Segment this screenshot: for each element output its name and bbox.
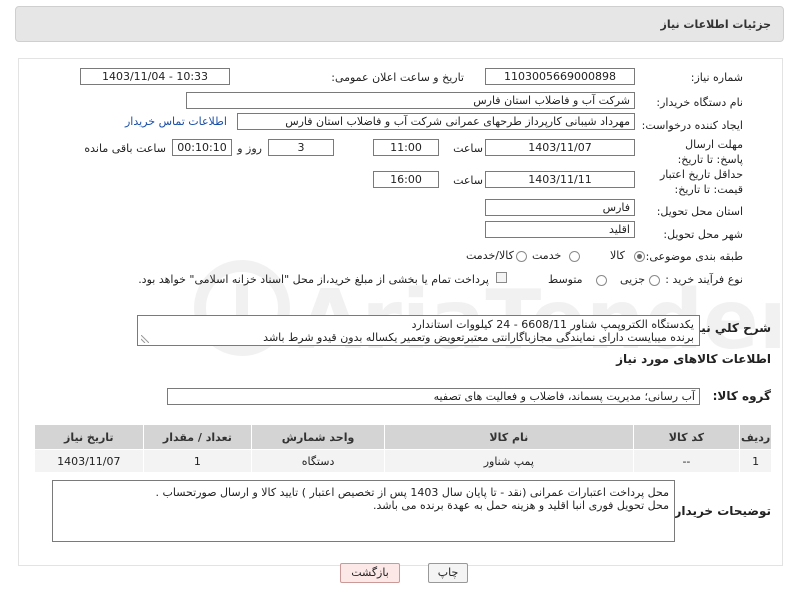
print-button[interactable]: چاپ	[428, 563, 468, 583]
page-title: جزئیات اطلاعات نیاز	[660, 18, 772, 31]
category-option-goods-label: کالا	[610, 249, 625, 262]
requester-label: ایجاد کننده درخواست:	[641, 119, 743, 132]
resize-grip-icon	[141, 335, 149, 343]
category-radio-goods[interactable]	[634, 251, 645, 262]
category-option-service-label: خدمت	[532, 249, 562, 262]
buyer-org-field: شرکت آب و فاضلاب استان فارس	[186, 92, 635, 109]
requester-field: مهرداد شیبانی کارپرداز طرحهای عمرانی شرک…	[237, 113, 635, 130]
cell-unit: دستگاه	[251, 449, 385, 473]
process-type-label: نوع فرآیند خرید :	[665, 273, 743, 286]
need-number-label: شماره نیاز:	[690, 71, 743, 84]
buyer-org-label: نام دستگاه خریدار:	[656, 96, 743, 109]
cell-need-date: 1403/11/07	[34, 449, 144, 473]
price-time-label: ساعت	[453, 174, 483, 187]
delivery-city-field: اقلید	[485, 221, 635, 238]
buyer-notes-line-1: محل پرداخت اعتبارات عمرانی (نقد - تا پای…	[155, 486, 669, 499]
goods-info-heading: اطلاعات کالاهای مورد نیاز	[616, 352, 771, 366]
cell-goods-name: پمپ شناور	[383, 449, 634, 473]
reply-deadline-label: مهلت ارسال پاسخ: تا تاریخ:	[677, 138, 743, 166]
price-time-field: 16:00	[373, 171, 439, 188]
process-option-medium-label: متوسط	[548, 273, 583, 286]
price-date-field: 1403/11/11	[485, 171, 635, 188]
reply-time-field: 11:00	[373, 139, 439, 156]
cell-goods-code: --	[632, 449, 741, 473]
remaining-label: ساعت باقی مانده	[84, 142, 166, 155]
col-goods-code: کد کالا	[632, 424, 741, 450]
cell-row-number: 1	[739, 449, 772, 473]
cell-quantity: 1	[142, 449, 253, 473]
remaining-time-field: 00:10:10	[172, 139, 232, 156]
reply-time-label: ساعت	[453, 142, 483, 155]
col-row-number: ردیف	[739, 424, 772, 450]
buyer-notes-line-2: محل تحویل فوری انبا اقلید و هزینه حمل به…	[373, 499, 669, 512]
process-radio-medium[interactable]	[596, 275, 607, 286]
announce-datetime-label: تاریخ و ساعت اعلان عمومی:	[331, 71, 464, 84]
col-goods-name: نام کالا	[383, 424, 634, 450]
back-button[interactable]: بازگشت	[340, 563, 400, 583]
buyer-notes-label: توضیحات خریدار:	[669, 504, 771, 518]
buyer-contact-link[interactable]: اطلاعات تماس خریدار	[125, 115, 227, 128]
delivery-province-field: فارس	[485, 199, 635, 216]
goods-group-label: گروه کالا:	[712, 389, 771, 403]
treasury-bonds-checkbox[interactable]	[496, 272, 507, 283]
reply-days-field: 3	[268, 139, 334, 156]
process-radio-minor[interactable]	[649, 275, 660, 286]
col-quantity: تعداد / مقدار	[142, 424, 253, 450]
need-number-field: 1103005669000898	[485, 68, 635, 85]
delivery-province-label: استان محل تحویل:	[656, 205, 743, 218]
need-summary-line-2: برنده میبایست دارای نمایندگی مجازباگاران…	[263, 331, 694, 344]
category-label: طبقه بندی موضوعی:	[645, 250, 743, 263]
col-unit: واحد شمارش	[251, 424, 385, 450]
reply-date-field: 1403/11/07	[485, 139, 635, 156]
category-radio-goods-service[interactable]	[516, 251, 527, 262]
page-header: جزئیات اطلاعات نیاز	[15, 6, 784, 42]
announce-datetime-field: 1403/11/04 - 10:33	[80, 68, 230, 85]
table-header-row: ردیف کد کالا نام کالا واحد شمارش تعداد /…	[34, 424, 772, 450]
goods-group-field: آب رسانی؛ مدیریت پسماند، فاضلاب و فعالیت…	[167, 388, 700, 405]
col-need-date: تاریخ نیاز	[34, 424, 144, 450]
category-option-goods-service-label: کالا/خدمت	[466, 249, 514, 262]
table-row: 1 -- پمپ شناور دستگاه 1 1403/11/07	[34, 449, 772, 473]
need-summary-line-1: یکدستگاه الکتروپمپ شناور 6608/11 - 24 کی…	[411, 318, 694, 331]
process-option-minor-label: جزیی	[620, 273, 646, 286]
buyer-notes-textarea[interactable]: محل پرداخت اعتبارات عمرانی (نقد - تا پای…	[52, 480, 675, 542]
treasury-bonds-checkbox-label: پرداخت تمام یا بخشی از مبلغ خرید،از محل …	[138, 273, 489, 286]
category-radio-service[interactable]	[569, 251, 580, 262]
days-label: روز و	[237, 142, 262, 155]
goods-table: ردیف کد کالا نام کالا واحد شمارش تعداد /…	[34, 424, 772, 473]
delivery-city-label: شهر محل تحویل:	[663, 228, 743, 241]
price-validity-label: حداقل تاریخ اعتبار قیمت: تا تاریخ:	[659, 168, 743, 196]
need-summary-textarea[interactable]: یکدستگاه الکتروپمپ شناور 6608/11 - 24 کی…	[137, 315, 700, 346]
